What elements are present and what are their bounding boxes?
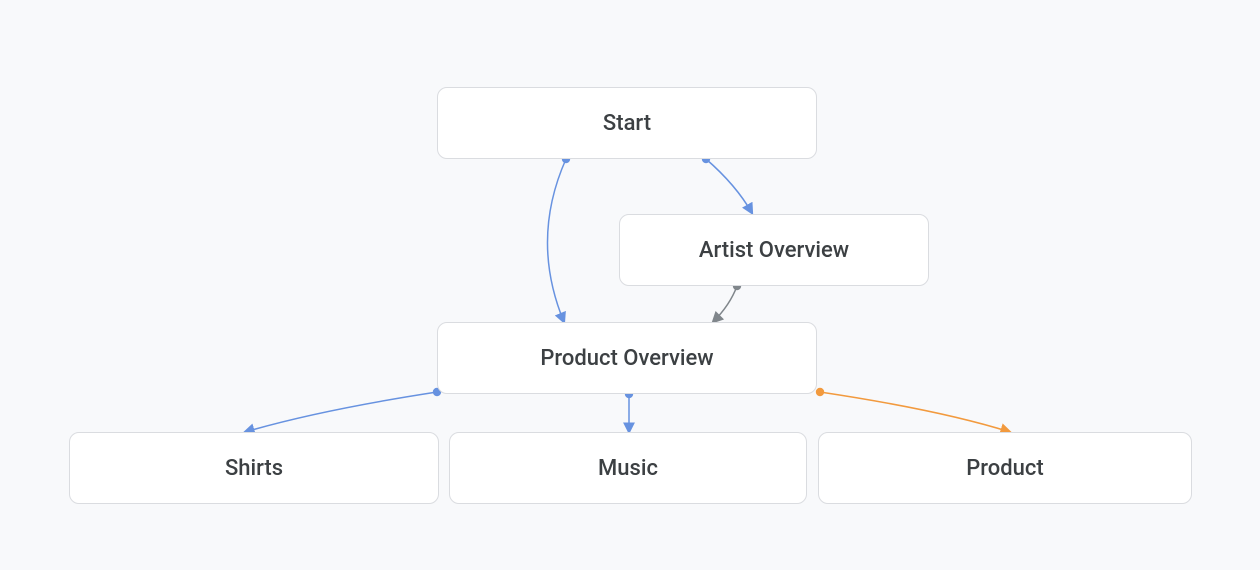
node-label: Start — [603, 111, 651, 136]
node-label: Product — [966, 456, 1043, 481]
node-music[interactable]: Music — [449, 432, 807, 504]
node-label: Product Overview — [540, 346, 713, 371]
node-artist-overview[interactable]: Artist Overview — [619, 214, 929, 286]
edge-artist-to-product-overview — [713, 286, 737, 322]
node-label: Shirts — [225, 456, 283, 481]
edge-product-overview-to-product — [820, 392, 1010, 432]
edge-start-to-product-overview — [547, 159, 566, 322]
node-label: Music — [598, 456, 658, 481]
node-product[interactable]: Product — [818, 432, 1192, 504]
edge-start-to-artist — [706, 159, 752, 213]
node-product-overview[interactable]: Product Overview — [437, 322, 817, 394]
node-start[interactable]: Start — [437, 87, 817, 159]
edge-product-overview-to-shirts — [245, 392, 437, 432]
node-label: Artist Overview — [699, 238, 849, 263]
node-shirts[interactable]: Shirts — [69, 432, 439, 504]
